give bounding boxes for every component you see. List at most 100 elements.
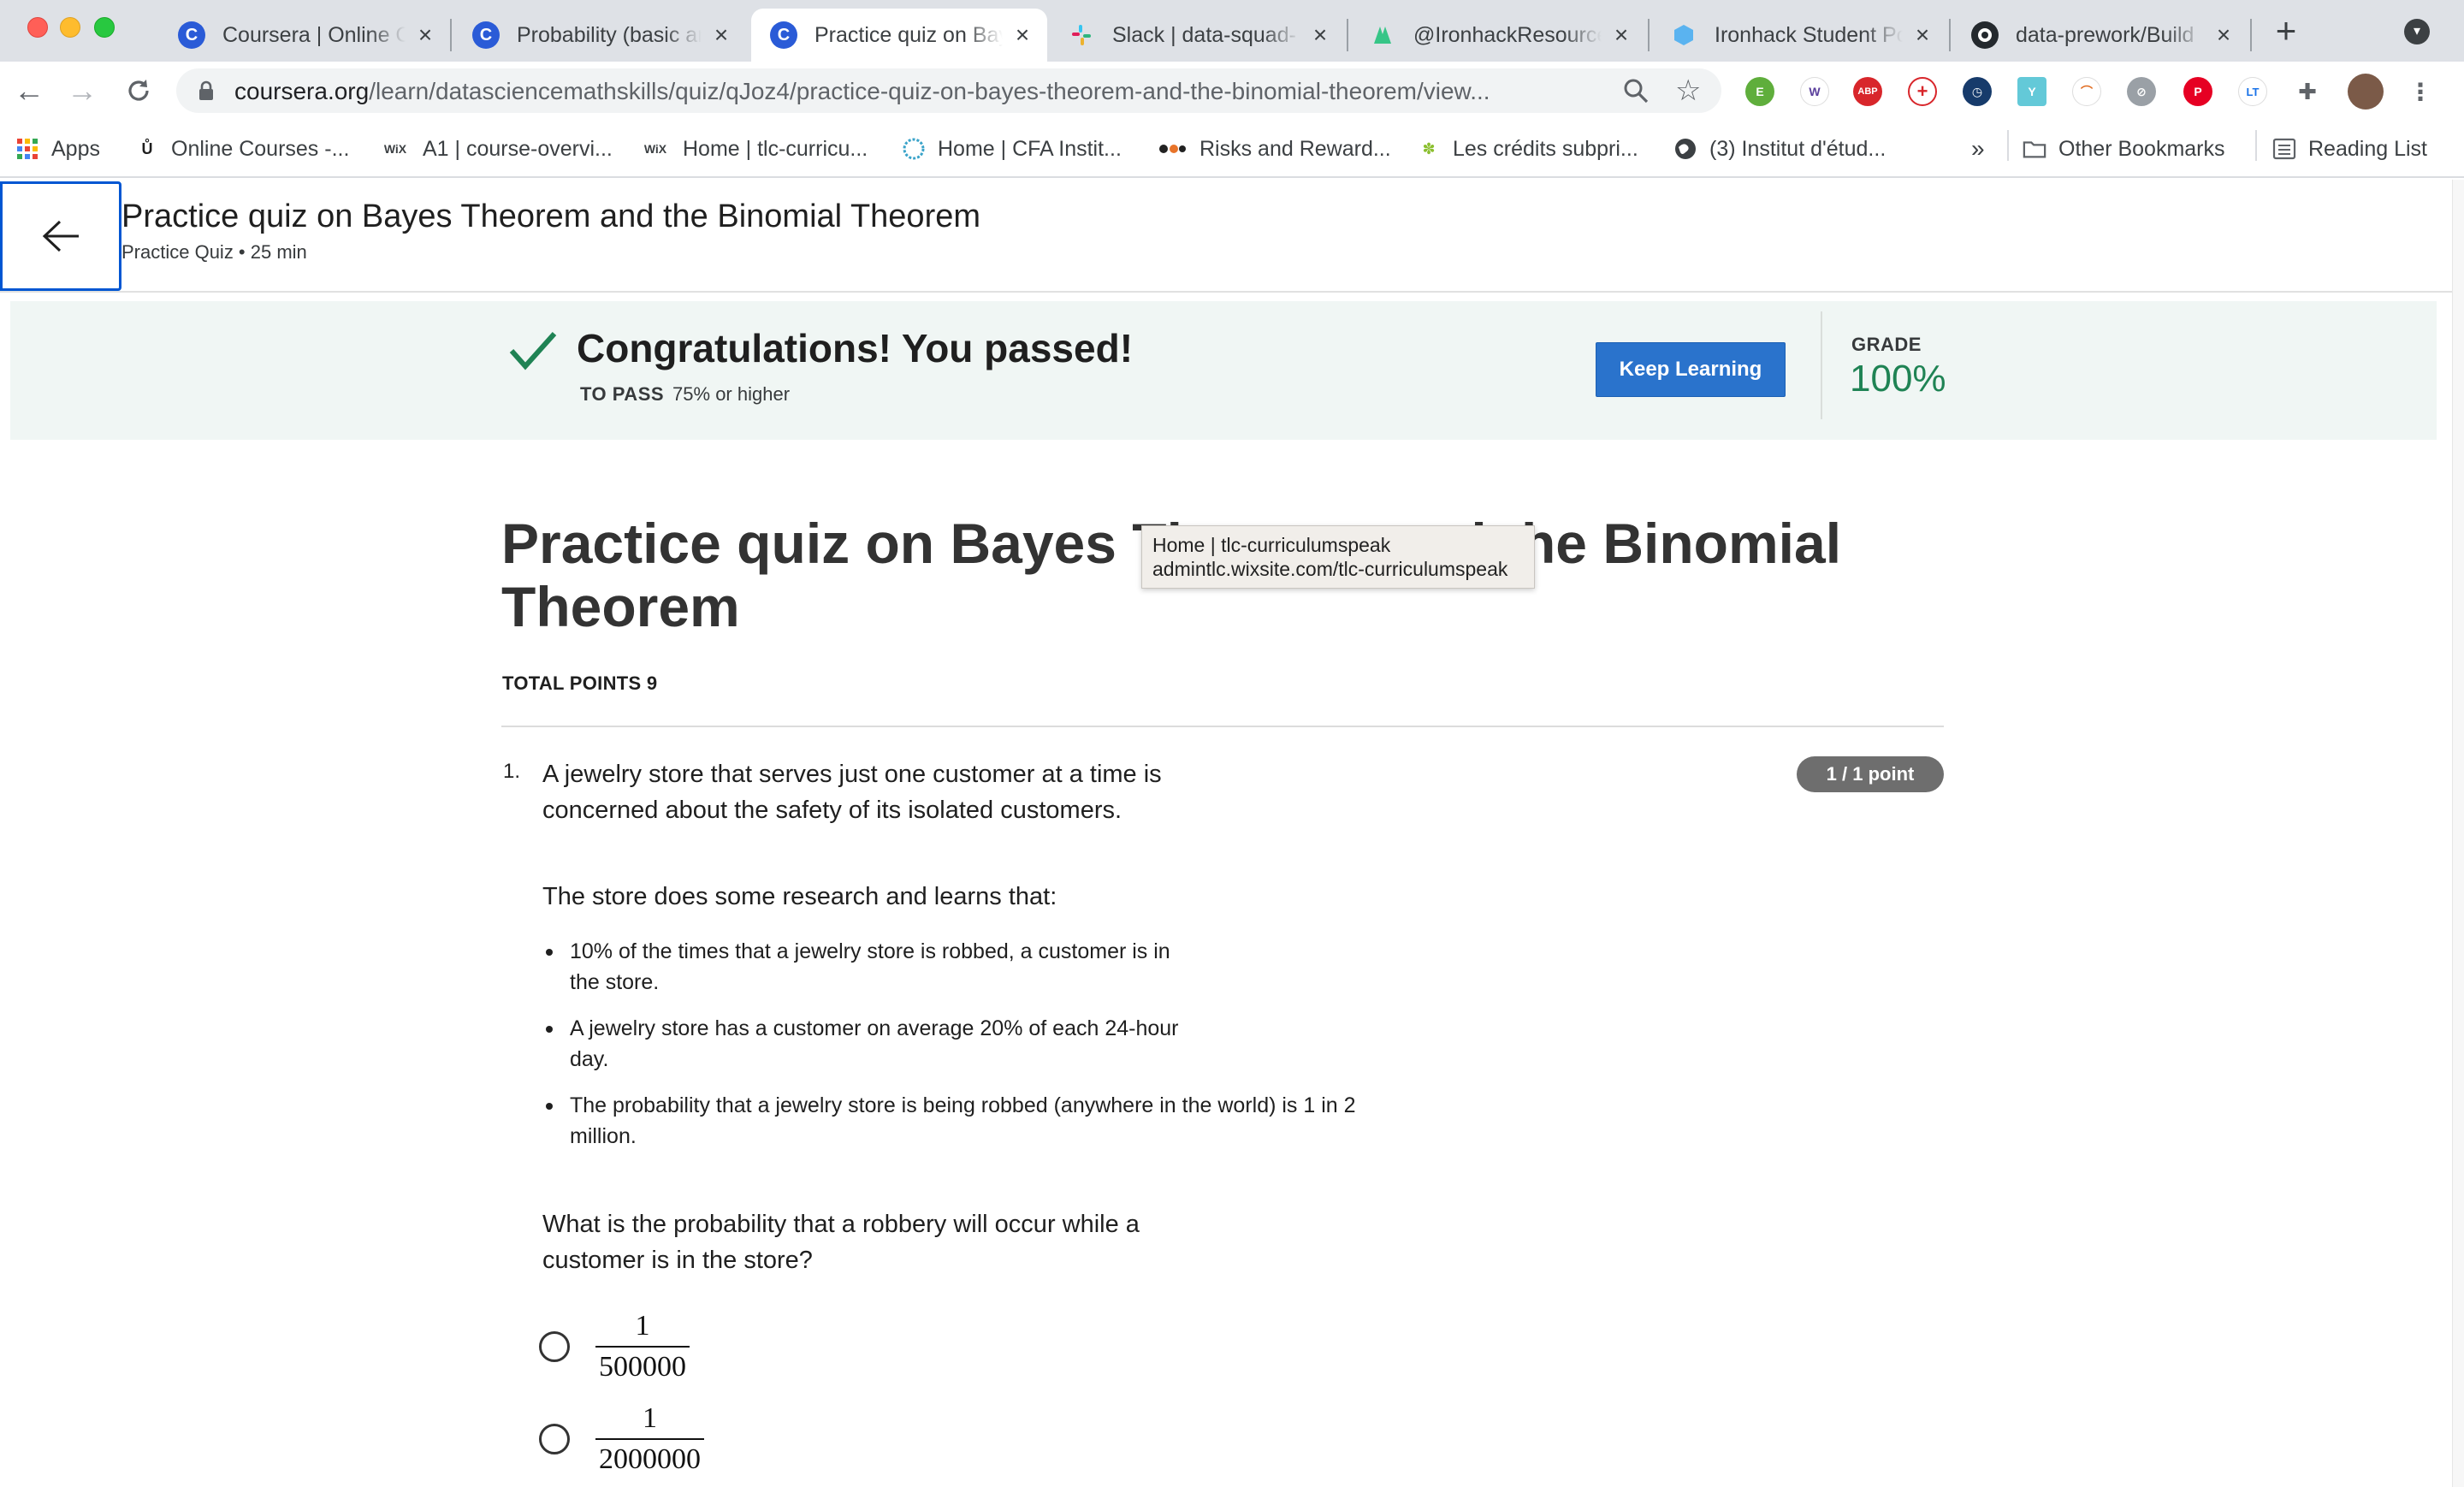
cyan-extension-icon[interactable]: Y xyxy=(2017,77,2046,106)
tab-close-icon[interactable]: × xyxy=(414,23,436,47)
profile-avatar[interactable] xyxy=(2348,74,2384,110)
rainbow-extension-icon[interactable]: ⌒ xyxy=(2072,77,2101,106)
globe-icon xyxy=(1673,137,1697,161)
list-item: The probability that a jewelry store is … xyxy=(542,1090,1415,1152)
tab-title: Ironhack Student Portal xyxy=(1715,22,1903,47)
tab-ironhack-resources[interactable]: @IronhackResources × xyxy=(1350,9,1646,62)
reading-list-button[interactable]: Reading List xyxy=(2272,132,2427,166)
evernote-extension-icon[interactable]: E xyxy=(1745,77,1774,106)
chrome-menu-icon[interactable]: ⋮ xyxy=(2406,77,2435,106)
question-number: 1. xyxy=(503,760,521,783)
slack-icon xyxy=(1068,21,1095,49)
back-to-course-button[interactable] xyxy=(0,181,121,291)
wordreference-extension-icon[interactable]: W xyxy=(1800,77,1829,106)
risks-icon xyxy=(1157,137,1188,161)
link-preview-tooltip: Home | tlc-curriculumspeak admintlc.wixs… xyxy=(1141,525,1535,589)
tab-ironhack-portal[interactable]: Ironhack Student Portal × xyxy=(1651,9,1947,62)
reading-list-icon xyxy=(2272,137,2296,161)
bookmark-apps[interactable]: Apps xyxy=(15,132,100,166)
grade-value: 100% xyxy=(1850,358,1946,400)
reload-icon[interactable] xyxy=(121,74,156,108)
page-title: Practice quiz on Bayes Theorem and the B… xyxy=(121,198,981,234)
pass-banner: Congratulations! You passed! TO PASS 75% … xyxy=(10,301,2437,440)
github-icon xyxy=(1971,21,1999,49)
window-close-button[interactable] xyxy=(27,17,48,38)
bookmarks-bar: Apps Ů Online Courses -... WiX A1 | cour… xyxy=(0,120,2464,178)
tab-practice-quiz[interactable]: C Practice quiz on Bayes Theorem × xyxy=(751,9,1047,62)
ironhack-resources-icon xyxy=(1369,21,1396,49)
tab-close-icon[interactable]: × xyxy=(1309,23,1331,47)
window-zoom-button[interactable] xyxy=(94,17,115,38)
bookmark-online-courses[interactable]: Ů Online Courses -... xyxy=(135,132,350,166)
pass-message: Congratulations! You passed! xyxy=(577,326,1134,370)
radio-button[interactable] xyxy=(539,1331,570,1362)
page-scrollbar[interactable] xyxy=(2452,180,2464,1487)
tab-probability[interactable]: C Probability (basic and conditional) × xyxy=(453,9,746,62)
wix-icon: WiX xyxy=(643,142,667,156)
bookmark-credits-subprime[interactable]: ✽ Les crédits subpri... xyxy=(1417,132,1638,166)
clock-extension-icon[interactable]: ◷ xyxy=(1963,77,1992,106)
window-minimize-button[interactable] xyxy=(60,17,80,38)
pinterest-extension-icon[interactable]: P xyxy=(2183,77,2212,106)
tab-close-icon[interactable]: × xyxy=(1911,23,1934,47)
forward-arrow-icon[interactable]: → xyxy=(65,74,99,108)
checkmark-icon xyxy=(509,331,557,370)
fraction: 1 500000 xyxy=(595,1308,690,1385)
tab-search-chevron-icon[interactable]: ▾ xyxy=(2404,19,2430,44)
bookmark-a1-course-overview[interactable]: WiX A1 | course-overvi... xyxy=(380,132,613,166)
languagetool-extension-icon[interactable]: LT xyxy=(2238,77,2267,106)
keep-learning-button[interactable]: Keep Learning xyxy=(1596,342,1786,397)
radio-button[interactable] xyxy=(539,1424,570,1454)
back-arrow-icon[interactable]: ← xyxy=(12,74,46,108)
bookmark-home-tlc[interactable]: WiX Home | tlc-curricu... xyxy=(640,132,868,166)
tab-close-icon[interactable]: × xyxy=(710,23,732,47)
wix-icon: WiX xyxy=(383,142,407,156)
bookmark-other-bookmarks[interactable]: Other Bookmarks xyxy=(2023,132,2225,166)
tab-close-icon[interactable]: × xyxy=(1610,23,1632,47)
research-facts-list: 10% of the times that a jewelry store is… xyxy=(542,936,1415,1167)
coursera-icon: C xyxy=(770,21,797,49)
tab-github[interactable]: data-prework/Build × xyxy=(1952,9,2248,62)
bookmark-cfa[interactable]: Home | CFA Instit... xyxy=(902,132,1122,166)
health-cross-extension-icon[interactable]: + xyxy=(1908,77,1937,106)
adblock-extension-icon[interactable]: ABP xyxy=(1853,77,1882,106)
new-tab-icon[interactable]: + xyxy=(2267,12,2305,50)
browser-toolbar: ← → coursera.org/learn/datasciencemathsk… xyxy=(0,62,2464,120)
answer-option-2[interactable]: 1 2000000 xyxy=(539,1396,704,1482)
tab-title: Probability (basic and conditional) xyxy=(517,22,702,47)
tab-close-icon[interactable]: × xyxy=(2212,23,2235,47)
bookmark-risks-rewards[interactable]: Risks and Reward... xyxy=(1157,132,1391,166)
browser-tab-strip: C Coursera | Online Courses & Credential… xyxy=(0,0,2464,62)
bookmarks-overflow-chevron-icon[interactable]: » xyxy=(1971,132,1985,166)
divider xyxy=(501,726,1944,727)
tab-close-icon[interactable]: × xyxy=(1011,23,1034,47)
answer-option-1[interactable]: 1 500000 xyxy=(539,1304,690,1389)
url-text[interactable]: coursera.org/learn/datasciencemathskills… xyxy=(234,78,1638,105)
list-item: 10% of the times that a jewelry store is… xyxy=(542,936,1193,998)
tab-title: data-prework/Build xyxy=(2016,22,2194,47)
palm-icon: ✽ xyxy=(1422,139,1436,157)
page-subtitle: Practice Quiz • 25 min xyxy=(121,241,307,263)
total-points: TOTAL POINTS 9 xyxy=(502,672,658,694)
cfa-icon xyxy=(902,137,926,161)
quiz-content: Practice quiz on Bayes Theorem and the B… xyxy=(0,440,2452,1487)
to-pass-info: TO PASS 75% or higher xyxy=(580,383,791,405)
quiz-page-header: Practice quiz on Bayes Theorem and the B… xyxy=(0,180,2452,293)
tab-title: @IronhackResources xyxy=(1413,22,1602,47)
question-lead: The store does some research and learns … xyxy=(542,883,1057,910)
bookmark-institut[interactable]: (3) Institut d'étud... xyxy=(1673,132,1886,166)
tab-slack[interactable]: Slack | data-squad- × xyxy=(1049,9,1345,62)
coursera-icon: C xyxy=(178,21,205,49)
back-arrow-icon xyxy=(42,220,79,252)
puzzle-extensions-icon[interactable]: ✚ xyxy=(2293,77,2322,106)
address-bar[interactable]: coursera.org/learn/datasciencemathskills… xyxy=(176,68,1721,113)
coursera-icon: C xyxy=(472,21,500,49)
udemy-icon: Ů xyxy=(141,139,153,157)
question-text: A jewelry store that serves just one cus… xyxy=(542,761,1162,824)
grade-label: GRADE xyxy=(1851,334,1922,355)
bookmark-star-icon[interactable]: ☆ xyxy=(1675,74,1701,108)
ironhack-portal-icon xyxy=(1670,21,1697,49)
tab-coursera-home[interactable]: C Coursera | Online Courses & Credential… xyxy=(159,9,450,62)
disabled-extension-icon[interactable]: ⊘ xyxy=(2127,77,2156,106)
zoom-magnifier-icon[interactable] xyxy=(1622,77,1650,104)
